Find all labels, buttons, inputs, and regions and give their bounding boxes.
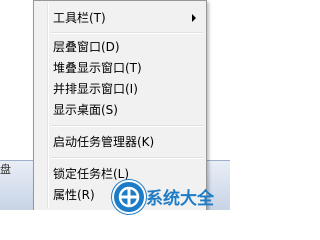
taskbar-context-menu: 工具栏(T) 层叠窗口(D) 堆叠显示窗口(T) 并排显示窗口(I) 显示桌面(… xyxy=(33,0,207,211)
menu-item-show-desktop[interactable]: 显示桌面(S) xyxy=(36,100,204,120)
screen: 盘 工具栏(T) 层叠窗口(D) 堆叠显示窗口(T) 并排显示窗口(I) 显示桌… xyxy=(0,0,230,223)
menu-item-cascade-windows[interactable]: 层叠窗口(D) xyxy=(36,37,204,57)
menu-separator xyxy=(51,32,203,34)
logo-icon xyxy=(112,180,146,214)
menu-item-side-by-side-windows[interactable]: 并排显示窗口(I) xyxy=(36,79,204,99)
menu-item-label: 启动任务管理器(K) xyxy=(53,135,155,149)
menu-item-label: 堆叠显示窗口(T) xyxy=(53,61,142,75)
menu-item-label: 锁定任务栏(L) xyxy=(53,167,130,181)
menu-item-label: 工具栏(T) xyxy=(53,11,106,25)
menu-item-toolbars[interactable]: 工具栏(T) xyxy=(36,8,204,28)
menu-separator xyxy=(51,157,203,159)
submenu-arrow-icon xyxy=(192,14,196,22)
menu-item-stack-windows[interactable]: 堆叠显示窗口(T) xyxy=(36,58,204,78)
menu-item-label: 并排显示窗口(I) xyxy=(53,82,138,96)
taskbar-left: 盘 xyxy=(0,160,33,211)
watermark-text: 系统大全 xyxy=(146,189,214,209)
menu-item-label: 属性(R) xyxy=(53,188,95,202)
menu-separator xyxy=(51,125,203,127)
taskbar-text-fragment: 盘 xyxy=(0,163,11,176)
watermark: 系统大全 xyxy=(110,180,230,223)
menu-item-label: 层叠窗口(D) xyxy=(53,40,120,54)
menu-item-label: 显示桌面(S) xyxy=(53,103,118,117)
menu-item-task-manager[interactable]: 启动任务管理器(K) xyxy=(36,132,204,152)
